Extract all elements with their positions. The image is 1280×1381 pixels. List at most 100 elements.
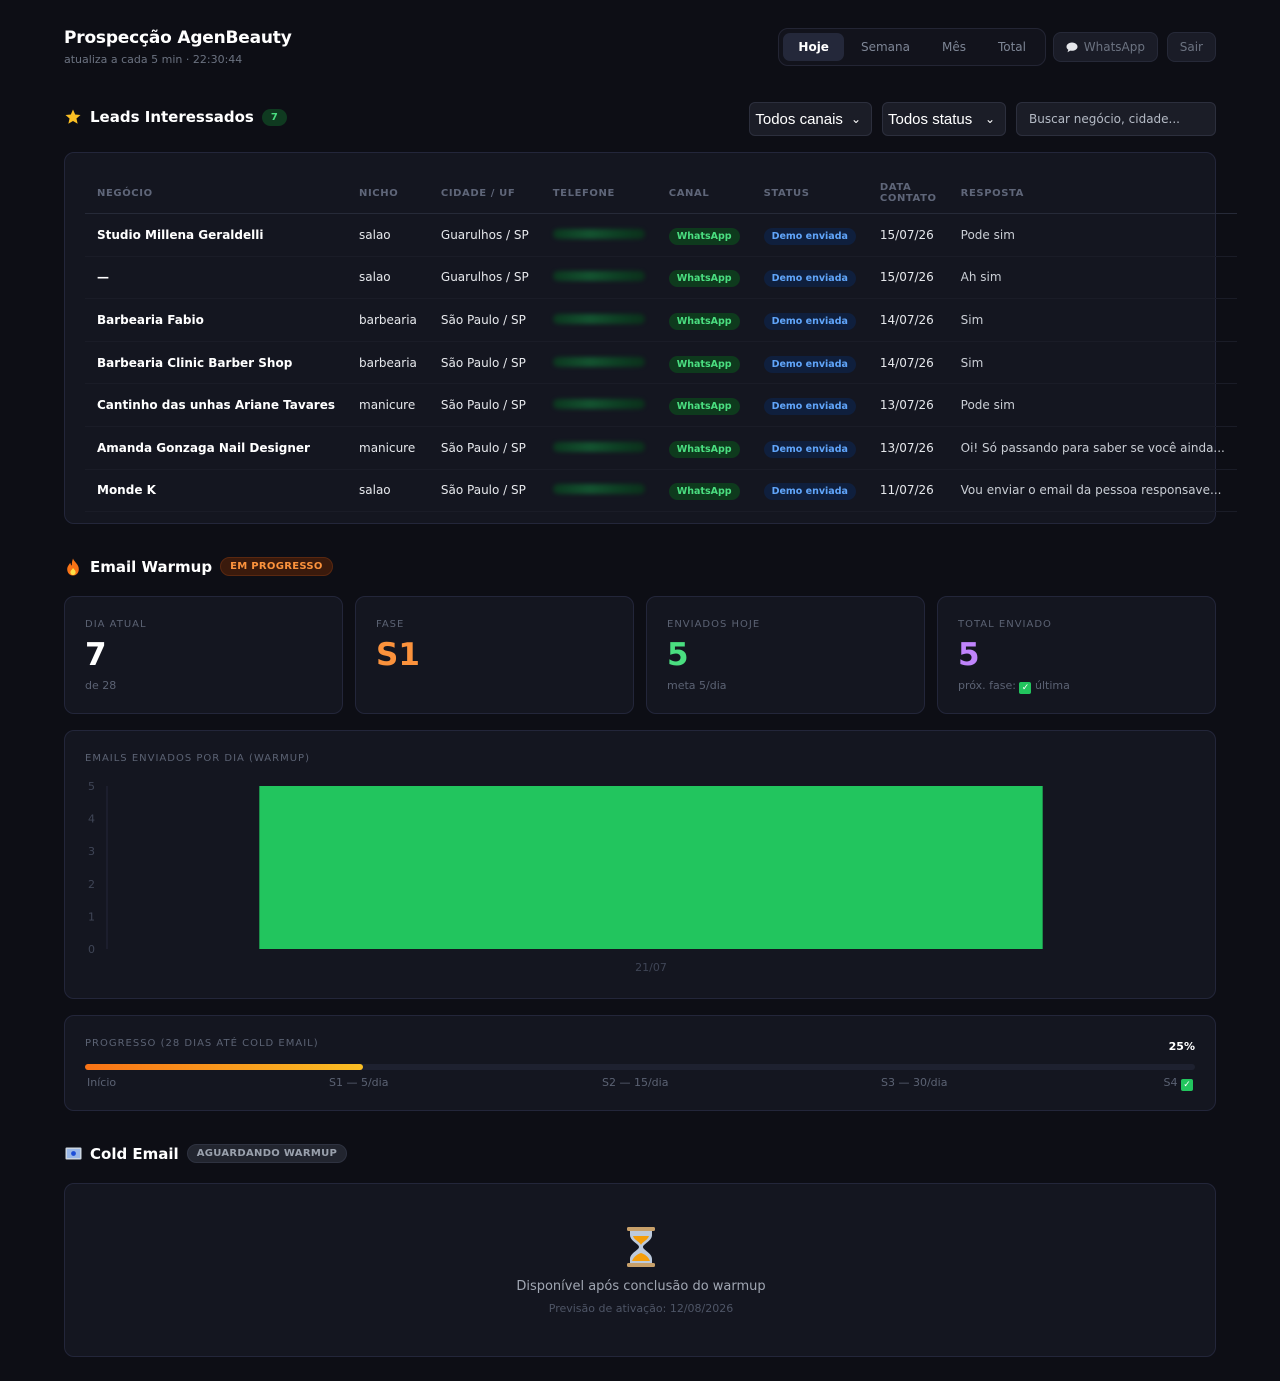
y-tick-label: 3 bbox=[88, 845, 95, 858]
leads-table: NEGÓCIO NICHO CIDADE / UF TELEFONE CANAL… bbox=[85, 173, 1237, 513]
leads-count-badge: 7 bbox=[261, 108, 288, 126]
stat-card-current-day: DIA ATUAL 7 de 28 bbox=[64, 596, 343, 714]
cell-data: 15/07/26 bbox=[867, 213, 949, 257]
cold-email-card: Disponível após conclusão do warmup Prev… bbox=[64, 1183, 1216, 1357]
cell-nicho: salao bbox=[347, 469, 429, 513]
table-row[interactable]: Barbearia Fabio barbearia São Paulo / SP Wh… bbox=[85, 298, 1237, 342]
cell-cidade: São Paulo / SP bbox=[428, 426, 541, 470]
stat-label: DIA ATUAL bbox=[85, 619, 147, 630]
channel-badge: WhatsApp bbox=[668, 355, 740, 373]
cell-resposta: Oi! Só passando para saber se você ainda… bbox=[948, 426, 1237, 470]
column-header[interactable]: CANAL bbox=[656, 173, 752, 214]
period-tab-total[interactable]: Total bbox=[983, 33, 1041, 61]
redacted-phone bbox=[552, 484, 645, 495]
whatsapp-button-label: WhatsApp bbox=[1083, 40, 1145, 54]
leads-filters: Todos canais ⌄ Todos status ⌄ Buscar neg… bbox=[749, 102, 1216, 136]
channel-select[interactable]: Todos canais ⌄ bbox=[749, 102, 872, 136]
channel-badge: WhatsApp bbox=[668, 398, 740, 416]
stat-value: 5 bbox=[958, 637, 980, 673]
leads-table-body: Studio Millena Geraldelli salao Guarulhos … bbox=[85, 213, 1237, 513]
cold-email-message: Disponível após conclusão do warmup bbox=[516, 1279, 766, 1294]
chevron-down-icon: ⌄ bbox=[850, 112, 861, 126]
cell-negocio: Monde K bbox=[85, 469, 347, 513]
whatsapp-button[interactable]: WhatsApp bbox=[1052, 32, 1158, 62]
cell-data: 13/07/26 bbox=[867, 383, 949, 427]
cell-data: 11/07/26 bbox=[867, 469, 949, 513]
cell-status: Demo enviada bbox=[751, 469, 868, 513]
progress-title: PROGRESSO (28 DIAS ATÉ COLD EMAIL) bbox=[85, 1038, 319, 1049]
cell-status: Demo enviada bbox=[751, 383, 868, 427]
chevron-down-icon: ⌄ bbox=[984, 112, 995, 126]
cell-nicho: salao bbox=[347, 213, 429, 257]
logout-button[interactable]: Sair bbox=[1166, 32, 1216, 62]
cell-negocio: Amanda Gonzaga Nail Designer bbox=[85, 426, 347, 470]
table-header-row: NEGÓCIO NICHO CIDADE / UF TELEFONE CANAL… bbox=[85, 173, 1237, 214]
check-icon: ✓ bbox=[1181, 1079, 1193, 1091]
fire-icon bbox=[64, 558, 82, 576]
warmup-progress-card: PROGRESSO (28 DIAS ATÉ COLD EMAIL) 25% I… bbox=[64, 1015, 1216, 1111]
progress-marker-s3: S3 — 30/dia bbox=[881, 1076, 948, 1089]
search-input[interactable]: Buscar negócio, cidade... bbox=[1016, 102, 1216, 136]
cell-cidade: Guarulhos / SP bbox=[428, 256, 541, 300]
next-phase-value: última bbox=[1034, 679, 1070, 692]
warmup-title: Email Warmup bbox=[90, 557, 213, 576]
y-tick-label: 4 bbox=[88, 813, 95, 826]
stat-sub: de 28 bbox=[85, 679, 117, 692]
column-header[interactable]: NICHO bbox=[347, 173, 429, 214]
column-header[interactable]: DATA CONTATO bbox=[867, 173, 949, 214]
progress-fill bbox=[85, 1064, 363, 1070]
period-tab-week[interactable]: Semana bbox=[846, 33, 925, 61]
cold-email-status-badge: AGUARDANDO WARMUP bbox=[186, 1144, 348, 1163]
cell-telefone bbox=[540, 383, 657, 427]
table-row[interactable]: Amanda Gonzaga Nail Designer manicure São … bbox=[85, 426, 1237, 470]
cell-telefone bbox=[540, 298, 657, 342]
cell-cidade: São Paulo / SP bbox=[428, 298, 541, 342]
status-select[interactable]: Todos status ⌄ bbox=[882, 102, 1006, 136]
hourglass-icon bbox=[627, 1227, 655, 1267]
status-badge: Demo enviada bbox=[763, 312, 856, 330]
column-header[interactable]: CIDADE / UF bbox=[428, 173, 541, 214]
channel-badge: WhatsApp bbox=[668, 483, 740, 501]
cell-cidade: São Paulo / SP bbox=[428, 469, 541, 513]
period-tab-month[interactable]: Mês bbox=[927, 33, 981, 61]
progress-marker-s4-label: S4 bbox=[1163, 1076, 1178, 1089]
status-badge: Demo enviada bbox=[763, 355, 856, 373]
y-tick-label: 1 bbox=[88, 910, 95, 923]
period-switcher: Hoje Semana Mês Total bbox=[778, 28, 1046, 66]
cell-canal: WhatsApp bbox=[656, 298, 752, 342]
chart-bar[interactable] bbox=[259, 786, 1043, 949]
cell-negocio: Barbearia Fabio bbox=[85, 298, 347, 342]
column-header[interactable]: STATUS bbox=[751, 173, 868, 214]
next-phase-label: próx. fase: bbox=[958, 679, 1016, 692]
period-tab-today[interactable]: Hoje bbox=[783, 33, 844, 61]
stat-sub: próx. fase: ✓ última bbox=[958, 679, 1070, 694]
column-header[interactable]: RESPOSTA bbox=[948, 173, 1237, 214]
table-row[interactable]: Cantinho das unhas Ariane Tavares manicur… bbox=[85, 383, 1237, 427]
column-header[interactable]: TELEFONE bbox=[540, 173, 657, 214]
table-row[interactable]: — salao Guarulhos / SP WhatsApp Demo enviada… bbox=[85, 256, 1237, 300]
cell-resposta: Ah sim bbox=[948, 256, 1237, 300]
table-row[interactable]: Barbearia Clinic Barber Shop barbearia São… bbox=[85, 341, 1237, 385]
progress-percent: 25% bbox=[1168, 1040, 1195, 1053]
leads-table-card: NEGÓCIO NICHO CIDADE / UF TELEFONE CANAL… bbox=[64, 152, 1237, 524]
channel-badge: WhatsApp bbox=[668, 312, 740, 330]
redacted-phone bbox=[552, 313, 645, 324]
cell-telefone bbox=[540, 256, 657, 300]
leads-section-title: Leads Interessados 7 bbox=[64, 108, 288, 126]
channel-badge: WhatsApp bbox=[668, 270, 740, 288]
channel-select-value: Todos canais bbox=[755, 110, 843, 128]
table-row[interactable]: Studio Millena Geraldelli salao Guarulhos … bbox=[85, 213, 1237, 257]
check-icon: ✓ bbox=[1019, 682, 1032, 694]
table-row[interactable]: Monde Ksalao São Paulo / SP WhatsApp Demo e… bbox=[85, 469, 1237, 513]
status-badge: Demo enviada bbox=[763, 483, 856, 501]
progress-track bbox=[85, 1064, 1195, 1070]
cell-negocio: Cantinho das unhas Ariane Tavares bbox=[85, 383, 347, 427]
cell-nicho: salao bbox=[347, 256, 429, 300]
stat-card-total-sent: TOTAL ENVIADO 5 próx. fase: ✓ última bbox=[937, 596, 1216, 714]
column-header[interactable]: NEGÓCIO bbox=[85, 173, 347, 214]
cell-status: Demo enviada bbox=[751, 256, 868, 300]
cell-cidade: São Paulo / SP bbox=[428, 383, 541, 427]
x-tick-label: 21/07 bbox=[635, 961, 667, 974]
cell-resposta: Vou enviar o email da pessoa responsave.… bbox=[948, 469, 1237, 513]
status-badge: Demo enviada bbox=[763, 270, 856, 288]
